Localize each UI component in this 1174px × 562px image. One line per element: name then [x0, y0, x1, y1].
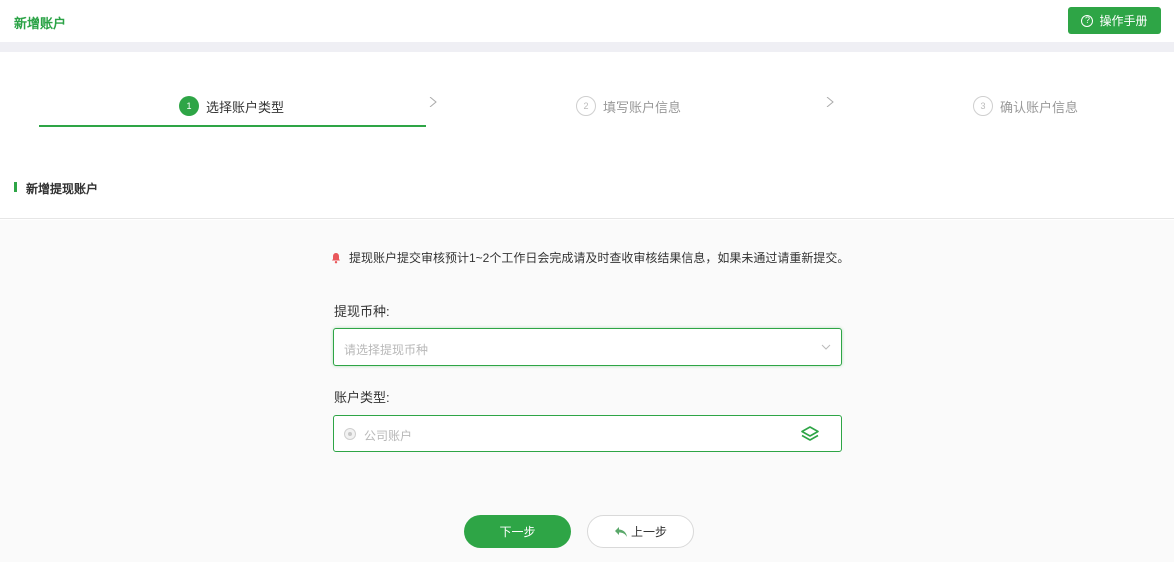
active-step-underline [39, 125, 426, 127]
company-account-label: 公司账户 [364, 429, 413, 443]
chevron-right-icon [429, 97, 437, 107]
step-3-number: 3 [973, 96, 993, 116]
chevron-right-icon [826, 97, 834, 107]
currency-label: 提现币种: [334, 304, 390, 319]
question-circle-icon: ? [1081, 14, 1094, 27]
separator-band [0, 42, 1174, 52]
section-header: 新增提现账户 [0, 168, 1174, 219]
currency-placeholder: 请选择提现币种 [344, 343, 429, 357]
step-3: 3 确认账户信息 [973, 96, 1078, 116]
account-type-label: 账户类型: [334, 390, 390, 405]
step-1-number: 1 [179, 96, 199, 116]
top-bar: 新增账户 ? 操作手册 [0, 0, 1174, 42]
notice-message: 提现账户提交审核预计1~2个工作日会完成请及时查收审核结果信息，如果未通过请重新… [330, 249, 849, 266]
next-step-button[interactable]: 下一步 [464, 515, 571, 548]
step-2-label: 填写账户信息 [603, 99, 682, 115]
step-2-number: 2 [576, 96, 596, 116]
page-title: 新增账户 [14, 16, 67, 31]
form-area: 提现账户提交审核预计1~2个工作日会完成请及时查收审核结果信息，如果未通过请重新… [0, 220, 1174, 562]
step-1-label: 选择账户类型 [206, 99, 285, 115]
prev-step-button[interactable]: 上一步 [587, 515, 694, 548]
prev-step-label: 上一步 [630, 525, 667, 539]
layers-icon[interactable] [801, 425, 819, 443]
section-accent-bar [14, 182, 17, 192]
step-3-label: 确认账户信息 [1000, 99, 1079, 115]
bell-icon [332, 252, 340, 263]
reply-icon [614, 526, 627, 537]
chevron-down-icon [821, 344, 831, 350]
step-indicator: 1 选择账户类型 2 填写账户信息 3 确认账户信息 [0, 52, 1174, 142]
notice-text: 提现账户提交审核预计1~2个工作日会完成请及时查收审核结果信息，如果未通过请重新… [349, 251, 850, 265]
section-title: 新增提现账户 [26, 182, 99, 196]
step-1: 1 选择账户类型 [179, 96, 284, 116]
company-account-radio[interactable] [344, 428, 356, 440]
step-2: 2 填写账户信息 [576, 96, 681, 116]
manual-button-label: 操作手册 [1099, 14, 1148, 28]
manual-button[interactable]: ? 操作手册 [1068, 7, 1161, 34]
currency-select[interactable]: 请选择提现币种 [333, 328, 842, 366]
account-type-field: 公司账户 [333, 415, 842, 452]
